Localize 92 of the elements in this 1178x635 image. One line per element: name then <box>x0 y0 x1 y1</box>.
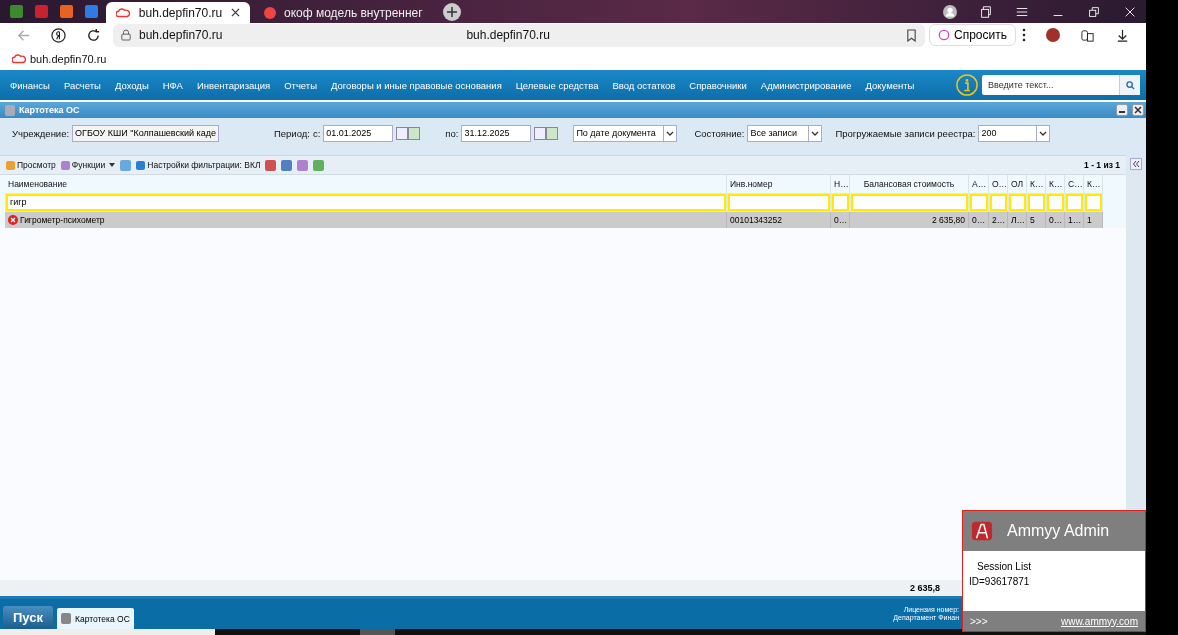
info-icon[interactable] <box>956 74 978 96</box>
field-label: с: <box>312 127 321 139</box>
menu-item[interactable]: Документы <box>858 79 922 91</box>
filter-field[interactable] <box>1085 194 1102 211</box>
app-icon[interactable] <box>60 5 73 18</box>
table-cell: 1… <box>1065 212 1084 228</box>
collapse-button[interactable] <box>1130 158 1142 170</box>
filter-field[interactable] <box>1066 194 1083 211</box>
download-icon[interactable] <box>1115 27 1130 43</box>
menu-item[interactable]: Расчеты <box>56 79 108 91</box>
reload-icon[interactable] <box>86 27 101 43</box>
table-cell: Л… <box>1008 212 1027 228</box>
table-cell: 5 <box>1027 212 1046 228</box>
address-bar[interactable]: buh.depfin70.ru buh.depfin70.ru <box>113 23 926 47</box>
filter-field[interactable]: гигр <box>6 194 726 211</box>
start-button[interactable]: Пуск <box>3 606 53 629</box>
app-icon[interactable] <box>10 5 23 18</box>
browser-tab[interactable]: окоф модель внутреннег <box>254 2 433 23</box>
cloud-icon <box>116 7 130 18</box>
tabs-icon[interactable] <box>979 4 993 19</box>
date-mode-select[interactable]: По дате документа <box>573 124 678 142</box>
taskbar-tab[interactable]: Картотека ОС <box>57 608 134 629</box>
minimize-button[interactable] <box>1116 104 1128 116</box>
search-field[interactable]: Введите текст... <box>982 75 1119 95</box>
more-icon[interactable] <box>1022 28 1026 42</box>
ask-button[interactable]: Спросить <box>929 24 1016 46</box>
table-cell: 0… <box>831 212 850 228</box>
filter-settings-button[interactable]: Настройки фильтрации: ВКЛ <box>136 160 261 170</box>
field-label: по: <box>445 127 459 139</box>
date-field[interactable]: 31.12.2025 <box>461 124 532 142</box>
pager-text: 1 - 1 из 1 <box>1084 160 1120 170</box>
functions-button[interactable]: Функции <box>60 160 116 170</box>
filter-field[interactable] <box>1009 194 1026 211</box>
avatar-icon[interactable] <box>943 4 957 19</box>
window-icon <box>5 104 15 116</box>
field-label: Период: <box>273 127 310 139</box>
close-button[interactable] <box>1132 104 1144 116</box>
browser-tab[interactable]: buh.depfin70.ru <box>106 2 250 23</box>
close-icon[interactable] <box>231 8 240 17</box>
menu-item[interactable]: Инвентаризация <box>189 79 278 91</box>
menu-item[interactable]: Ввод остатков <box>605 79 683 91</box>
cloud-icon <box>12 53 26 64</box>
new-tab-icon[interactable] <box>442 2 461 21</box>
menu-item[interactable]: Целевые средства <box>508 79 606 91</box>
table-cell: 00101343252 <box>727 212 831 228</box>
window-title: Картотека ОС <box>19 105 80 115</box>
filter-field[interactable] <box>851 194 968 211</box>
expand-button[interactable]: >>> <box>970 615 988 627</box>
url-text: buh.depfin70.ru <box>139 28 223 42</box>
filter-field[interactable] <box>1047 194 1064 211</box>
session-list-link[interactable]: Session List <box>969 561 1139 572</box>
institution-field[interactable]: ОГБОУ КШИ "Колпашевский каде <box>72 124 219 142</box>
logo-icon <box>971 520 993 542</box>
menu-item[interactable]: Администрирование <box>753 79 859 91</box>
session-id: ID=93617871 <box>969 576 1031 587</box>
page-title: buh.depfin70.ru <box>466 28 550 42</box>
field-label: Состояние: <box>694 127 745 139</box>
table-cell: Гигрометр-психометр <box>5 212 727 228</box>
menu-item[interactable]: Доходы <box>107 79 156 91</box>
field-label: Прогружаемые записи реестра: <box>835 127 976 139</box>
caret-icon <box>109 163 116 167</box>
filter-field[interactable] <box>990 194 1007 211</box>
table-cell: 2 635,80 <box>850 212 969 228</box>
collections-icon[interactable] <box>1080 27 1095 43</box>
search-button[interactable] <box>1119 75 1140 95</box>
error-icon <box>8 215 18 225</box>
total-sum: 2 635,8 <box>909 583 940 593</box>
table-cell: 0… <box>1046 212 1065 228</box>
field-label: Учреждение: <box>12 127 70 139</box>
records-select[interactable]: 200 <box>978 124 1051 142</box>
lock-icon <box>121 29 131 41</box>
date-field[interactable]: 01.01.2025 <box>323 124 394 142</box>
menu-item[interactable]: Отчеты <box>277 79 324 91</box>
table-cell: 2… <box>989 212 1008 228</box>
view-button[interactable]: Просмотр <box>6 160 56 170</box>
filter-field[interactable] <box>1028 194 1045 211</box>
state-select[interactable]: Все записи <box>747 124 823 142</box>
website-link[interactable]: www.ammyy.com <box>1060 615 1138 627</box>
bookmark-icon[interactable] <box>906 28 918 42</box>
filter-field[interactable] <box>832 194 849 211</box>
menu-item[interactable]: Справочники <box>682 79 754 91</box>
bookmark-link[interactable]: buh.depfin70.ru <box>12 52 107 65</box>
restore-icon[interactable] <box>1087 4 1101 19</box>
search-icon <box>1125 80 1135 90</box>
panel-title: Ammyy Admin <box>1007 522 1110 540</box>
filter-field[interactable] <box>728 194 830 211</box>
table-cell: 0… <box>969 212 989 228</box>
menu-item[interactable]: НФА <box>155 79 190 91</box>
filter-field[interactable] <box>970 194 988 211</box>
menu-item[interactable]: Финансы <box>3 79 57 91</box>
menu-item[interactable]: Договоры и иные правовые основания <box>324 79 509 91</box>
table-cell: 1 <box>1084 212 1103 228</box>
